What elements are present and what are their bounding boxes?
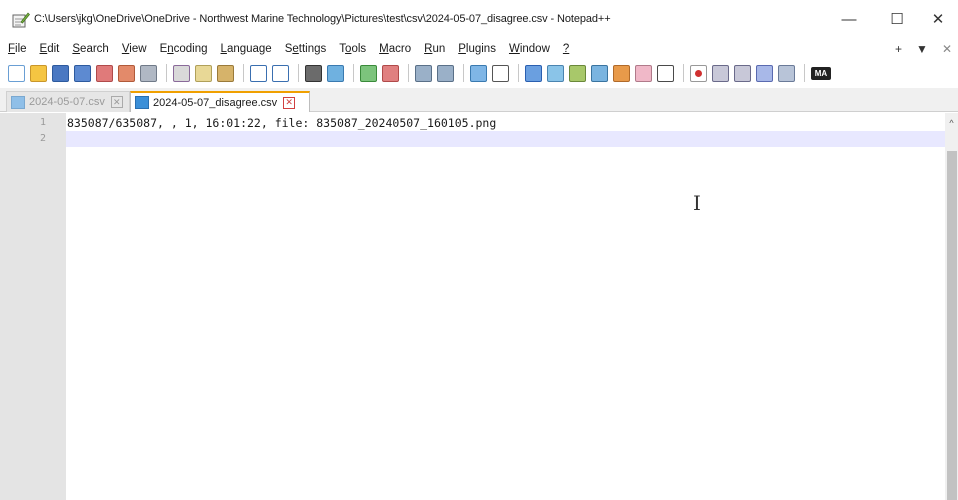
show-all-chars-icon[interactable]: [492, 64, 509, 82]
menu-file[interactable]: File: [8, 43, 27, 55]
close-window-button[interactable]: ✕: [918, 6, 958, 32]
document-map-icon[interactable]: [547, 64, 564, 82]
sync-horizontal-icon[interactable]: [437, 64, 454, 82]
line-number-gutter: 1 2: [0, 113, 66, 500]
sync-vertical-icon[interactable]: [415, 64, 432, 82]
zoom-out-icon[interactable]: [382, 64, 399, 82]
cut-icon[interactable]: [173, 64, 190, 82]
window-title: C:\Users\jkg\OneDrive\OneDrive - Northwe…: [34, 13, 611, 25]
close-all-icon[interactable]: [118, 64, 135, 82]
save-icon[interactable]: [52, 64, 69, 82]
vertical-scrollbar[interactable]: ^: [945, 113, 958, 500]
tab-label: 2024-05-07.csv: [29, 96, 105, 108]
menu-help[interactable]: ?: [563, 43, 569, 55]
menu-bar-right: + ▼ ✕: [895, 42, 952, 56]
toolbar-separator: [408, 64, 409, 82]
menu-macro[interactable]: Macro: [379, 43, 411, 55]
toolbar: MA: [0, 60, 958, 86]
line-number: 2: [39, 133, 46, 144]
toolbar-separator: [518, 64, 519, 82]
open-file-icon[interactable]: [30, 64, 47, 82]
function-list-icon[interactable]: [569, 64, 586, 82]
eye-icon[interactable]: [657, 64, 674, 82]
menu-encoding[interactable]: Encoding: [160, 43, 208, 55]
line-number: 1: [39, 117, 46, 128]
tab-bar: 2024-05-07.csv ✕ 2024-05-07_disagree.csv…: [0, 88, 958, 112]
current-line-highlight: [66, 131, 945, 147]
tab-label: 2024-05-07_disagree.csv: [153, 96, 278, 109]
menu-edit[interactable]: Edit: [40, 43, 60, 55]
notepad-plus-plus-icon: [12, 12, 30, 28]
word-wrap-icon[interactable]: [470, 64, 487, 82]
play-macro-icon[interactable]: [734, 64, 751, 82]
toolbar-separator: [463, 64, 464, 82]
scroll-up-arrow[interactable]: ^: [945, 117, 958, 129]
code-line[interactable]: 835087/635087, , 1, 16:01:22, file: 8350…: [67, 116, 496, 130]
menu-bar: File Edit Search View Encoding Language …: [0, 38, 958, 60]
tab-2024-05-07-disagree-csv[interactable]: 2024-05-07_disagree.csv ✕: [130, 91, 310, 112]
redo-icon[interactable]: [272, 64, 289, 82]
tab-close-icon[interactable]: ✕: [110, 96, 123, 108]
new-file-icon[interactable]: [8, 64, 25, 82]
zoom-in-icon[interactable]: [360, 64, 377, 82]
tab-list-dropdown[interactable]: ▼: [916, 42, 928, 56]
scroll-thumb[interactable]: [947, 151, 957, 500]
close-document-button[interactable]: ✕: [942, 42, 952, 56]
find-icon[interactable]: [305, 64, 322, 82]
add-tab-button[interactable]: +: [895, 42, 902, 56]
toolbar-separator: [166, 64, 167, 82]
menu-view[interactable]: View: [122, 43, 147, 55]
toolbar-separator: [804, 64, 805, 82]
tab-close-icon[interactable]: ✕: [283, 96, 296, 109]
doc-list-icon[interactable]: [635, 64, 652, 82]
toolbar-separator: [243, 64, 244, 82]
markdown-icon[interactable]: MA: [811, 66, 831, 80]
title-bar: C:\Users\jkg\OneDrive\OneDrive - Northwe…: [0, 0, 958, 38]
file-icon: [135, 96, 149, 109]
indent-guide-icon[interactable]: [525, 64, 542, 82]
menu-tools[interactable]: Tools: [339, 43, 366, 55]
folder-workspace-icon[interactable]: [591, 64, 608, 82]
replace-icon[interactable]: [327, 64, 344, 82]
maximize-button[interactable]: ☐: [874, 6, 920, 32]
run-macro-multiple-icon[interactable]: [756, 64, 773, 82]
stop-record-icon[interactable]: [712, 64, 729, 82]
print-icon[interactable]: [140, 64, 157, 82]
toolbar-separator: [353, 64, 354, 82]
undo-icon[interactable]: [250, 64, 267, 82]
monitoring-icon[interactable]: [613, 64, 630, 82]
menu-language[interactable]: Language: [221, 43, 272, 55]
menu-settings[interactable]: Settings: [285, 43, 327, 55]
menu-window[interactable]: Window: [509, 43, 550, 55]
text-area[interactable]: 835087/635087, , 1, 16:01:22, file: 8350…: [66, 113, 945, 500]
editor: 1 2 835087/635087, , 1, 16:01:22, file: …: [0, 113, 958, 500]
save-all-icon[interactable]: [74, 64, 91, 82]
i-beam-cursor-icon: I: [693, 191, 701, 215]
copy-icon[interactable]: [195, 64, 212, 82]
record-macro-icon[interactable]: [690, 64, 707, 82]
tab-2024-05-07-csv[interactable]: 2024-05-07.csv ✕: [6, 91, 130, 112]
close-icon[interactable]: [96, 64, 113, 82]
save-macro-icon[interactable]: [778, 64, 795, 82]
menu-plugins[interactable]: Plugins: [458, 43, 496, 55]
paste-icon[interactable]: [217, 64, 234, 82]
menu-run[interactable]: Run: [424, 43, 445, 55]
toolbar-separator: [298, 64, 299, 82]
minimize-button[interactable]: —: [826, 6, 872, 32]
menu-search[interactable]: Search: [72, 43, 108, 55]
toolbar-separator: [683, 64, 684, 82]
file-icon: [11, 95, 25, 109]
